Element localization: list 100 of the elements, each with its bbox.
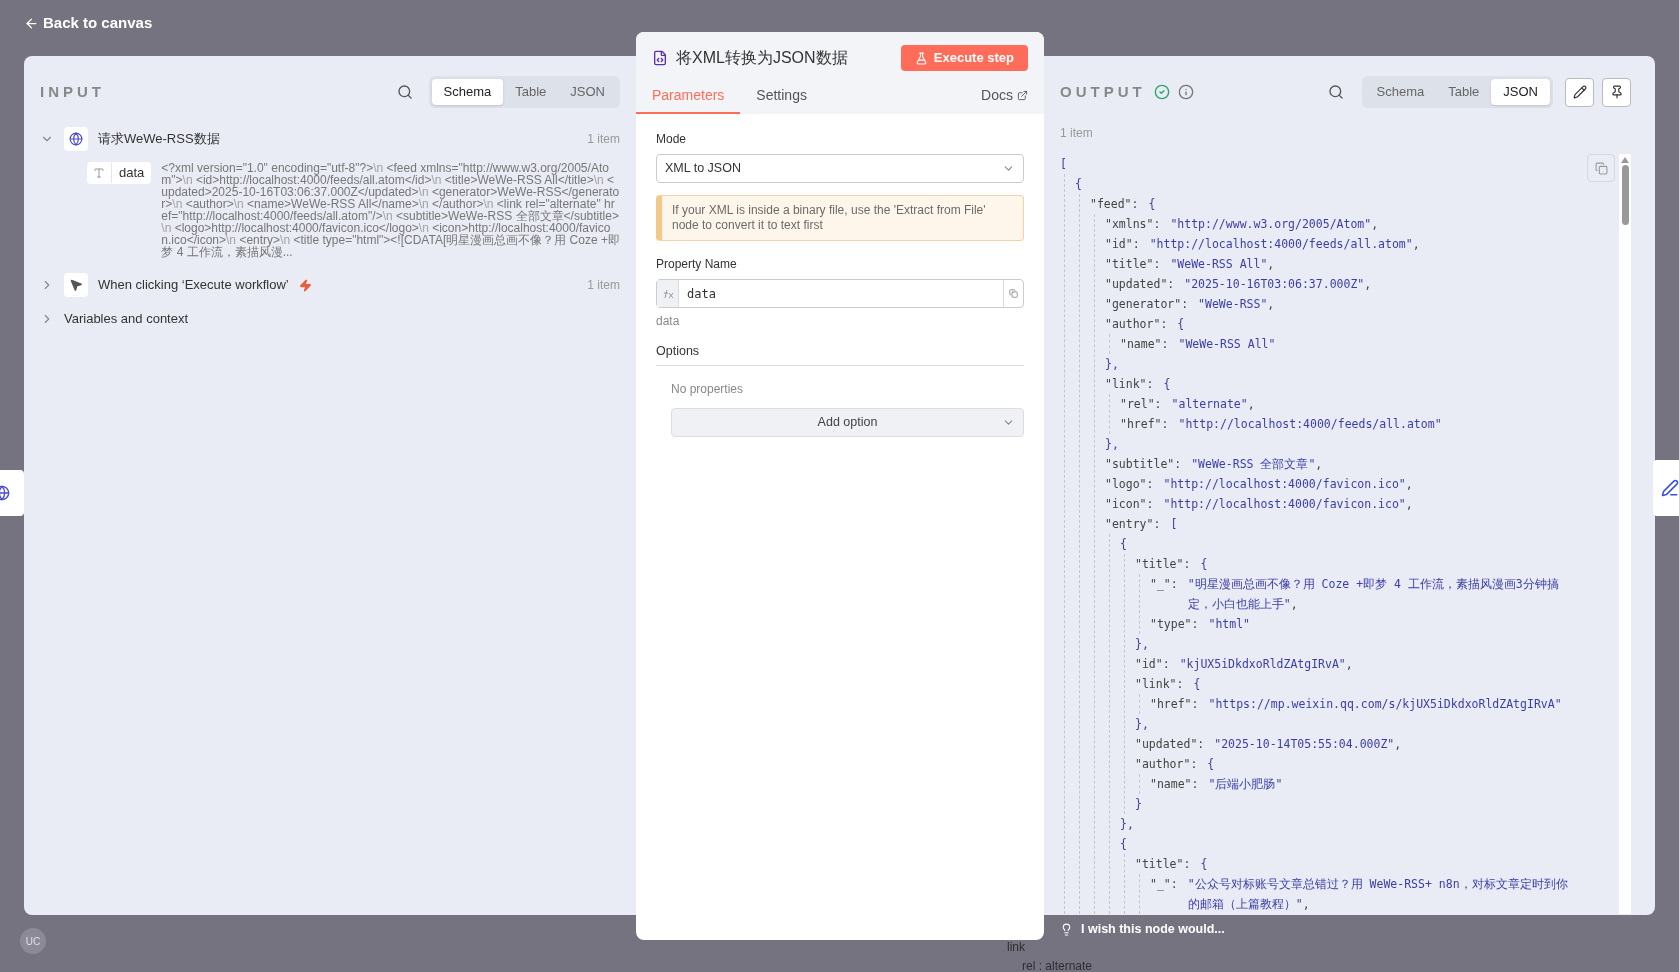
execute-step-button[interactable]: Execute step: [900, 45, 1028, 71]
json-value: "WeWe-RSS All": [1178, 336, 1276, 353]
node-name: When clicking ‘Execute workflow’: [98, 276, 289, 295]
json-key: "author":: [1135, 754, 1198, 774]
json-key: "href":: [1150, 694, 1199, 714]
json-value: "http://localhost:4000/feeds/all.atom",: [1149, 236, 1420, 253]
json-key: "generator":: [1105, 294, 1189, 314]
view-tab[interactable]: Schema: [1364, 79, 1437, 105]
panel-title: INPUT: [40, 81, 106, 102]
json-value: "html": [1208, 616, 1250, 633]
json-key: "logo":: [1105, 474, 1154, 494]
lightbulb-icon: [1060, 922, 1073, 936]
scrollbar-thumb[interactable]: [1621, 165, 1629, 225]
json-value: {: [1148, 196, 1156, 213]
json-punctuation: },: [1135, 637, 1149, 651]
json-value: {: [1120, 536, 1127, 553]
view-tab[interactable]: Table: [503, 79, 559, 105]
json-key: "feed":: [1090, 194, 1139, 214]
field-label: Mode: [656, 131, 688, 148]
json-value: "kjUX5iDkdxoRldZAtgIRvA",: [1179, 656, 1353, 673]
json-key: "updated":: [1105, 274, 1175, 294]
json-value: {: [1120, 836, 1127, 853]
json-value: "http://localhost:4000/favicon.ico",: [1163, 496, 1413, 513]
add-option-button[interactable]: Add option: [671, 407, 1024, 437]
json-value: {: [1075, 176, 1082, 193]
json-key: "icon":: [1105, 494, 1154, 514]
json-key: "_":: [1150, 874, 1178, 914]
view-tab[interactable]: JSON: [1491, 79, 1550, 105]
json-key: "title":: [1135, 854, 1191, 874]
json-punctuation: }: [1135, 797, 1142, 811]
pen-icon: [1661, 479, 1679, 497]
json-value: "http://www.w3.org/2005/Atom",: [1170, 216, 1379, 233]
scrollbar[interactable]: [1619, 154, 1631, 914]
json-key: "id":: [1105, 234, 1140, 254]
field-tag: data: [87, 162, 152, 184]
pin-icon: [1609, 85, 1624, 99]
view-tab[interactable]: Schema: [431, 79, 504, 105]
back-link[interactable]: Back to canvas: [24, 12, 153, 35]
side-tab[interactable]: [0, 470, 24, 516]
json-value: {: [1200, 856, 1208, 873]
panel-title: OUTPUT: [1060, 81, 1146, 102]
json-punctuation: },: [1120, 817, 1134, 831]
pin-button[interactable]: [1602, 77, 1631, 107]
section-label[interactable]: Variables and context: [64, 309, 189, 329]
json-punctuation: },: [1135, 717, 1149, 731]
json-value: "2025-10-14T05:55:04.000Z",: [1214, 736, 1402, 753]
feedback-link[interactable]: I wish this node would...: [1081, 920, 1225, 939]
item-count: 1 item: [1060, 125, 1094, 142]
json-value: "明星漫画总画不像？用 Coze +即梦 4 工作流，素描风漫画3分钟搞定，小白也能上手",: [1187, 576, 1560, 613]
search-icon[interactable]: [396, 84, 413, 100]
code-file-icon: [652, 49, 668, 67]
copy-icon: [1594, 161, 1608, 175]
avatar[interactable]: UC: [20, 928, 46, 954]
json-key: "xmlns":: [1105, 214, 1161, 234]
background-text: rel : alternate: [1022, 958, 1093, 972]
lightning-icon: [298, 278, 312, 292]
docs-link[interactable]: Docs: [981, 85, 1028, 114]
settings-tab[interactable]: Parameters: [636, 85, 741, 114]
json-value: "http://localhost:4000/feeds/all.atom": [1178, 416, 1442, 433]
json-key: "name":: [1150, 774, 1199, 794]
json-key: "_":: [1150, 574, 1178, 614]
item-count: 1 item: [587, 131, 620, 148]
json-value: "WeWe-RSS 全部文章",: [1191, 456, 1323, 473]
json-value: "WeWe-RSS",: [1198, 296, 1275, 313]
external-link-icon: [1017, 90, 1028, 101]
info-icon[interactable]: [1177, 84, 1194, 100]
json-key: "author":: [1105, 314, 1168, 334]
json-key: "id":: [1135, 654, 1170, 674]
search-icon[interactable]: [1327, 84, 1344, 100]
edit-button[interactable]: [1565, 77, 1594, 107]
json-key: "title":: [1135, 554, 1191, 574]
notice: If your XML is inside a binary file, use the 'Extract from File' node to convert it to text first: [656, 195, 1024, 241]
arrow-left-icon: [24, 15, 39, 31]
expression-icon: [657, 280, 679, 307]
json-key: "link":: [1105, 374, 1154, 394]
view-tab[interactable]: Table: [1436, 79, 1492, 105]
json-key: "rel":: [1120, 394, 1162, 414]
globe-icon: [69, 132, 83, 146]
pointer-icon: [69, 278, 83, 292]
side-tab[interactable]: [1653, 460, 1679, 516]
flask-icon: [914, 51, 928, 65]
json-value: "2025-10-16T03:06:37.000Z",: [1184, 276, 1372, 293]
settings-tab[interactable]: Settings: [756, 85, 807, 114]
json-value: "alternate",: [1171, 396, 1255, 413]
json-key: "entry":: [1105, 514, 1161, 534]
view-tab[interactable]: JSON: [558, 79, 617, 105]
json-value: "公众号对标账号文章总错过？用 WeWe-RSS+ n8n，对标文章定时到你的邮箱（上篇教程）",: [1187, 876, 1569, 913]
pencil-icon: [1572, 85, 1587, 99]
json-punctuation: },: [1105, 437, 1119, 451]
json-value: {: [1163, 376, 1171, 393]
mode-select[interactable]: XML to JSON: [656, 154, 1024, 183]
json-key: "name":: [1120, 334, 1169, 354]
copy-button[interactable]: [1587, 154, 1615, 182]
item-count: 1 item: [587, 277, 620, 294]
scroll-up-icon[interactable]: [1621, 157, 1629, 163]
background-text: link: [1007, 939, 1025, 956]
section-title: Options: [656, 342, 1024, 366]
property-name-field[interactable]: data: [656, 279, 1024, 308]
json-value: "WeWe-RSS All",: [1170, 256, 1275, 273]
empty-text: No properties: [671, 380, 745, 398]
